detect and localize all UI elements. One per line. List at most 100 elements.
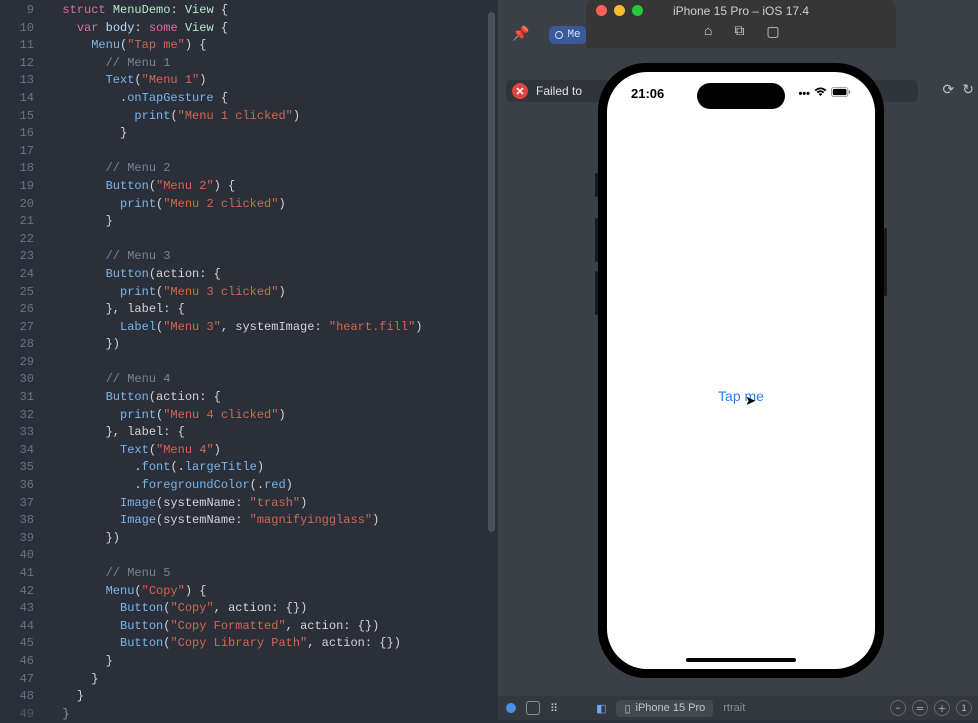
home-indicator: [686, 658, 796, 662]
code-line[interactable]: }): [48, 336, 498, 354]
line-number: 45: [0, 635, 34, 653]
selectable-toggle-icon[interactable]: [526, 701, 540, 715]
code-line[interactable]: struct MenuDemo: View {: [48, 2, 498, 20]
line-number: 14: [0, 90, 34, 108]
line-number: 36: [0, 477, 34, 495]
code-line[interactable]: .foregroundColor(.red): [48, 477, 498, 495]
phone-power-button: [884, 228, 887, 296]
live-indicator-icon[interactable]: [506, 703, 516, 713]
line-number: 44: [0, 618, 34, 636]
code-line[interactable]: Button("Copy Formatted", action: {}): [48, 618, 498, 636]
code-line[interactable]: [48, 231, 498, 249]
home-icon[interactable]: ⌂: [704, 24, 712, 41]
status-time: 21:06: [631, 86, 664, 101]
code-line[interactable]: Label("Menu 3", systemImage: "heart.fill…: [48, 319, 498, 337]
line-number: 15: [0, 108, 34, 126]
line-number: 20: [0, 196, 34, 214]
code-line[interactable]: [48, 354, 498, 372]
code-editor-pane[interactable]: 9101112131415161718192021222324252627282…: [0, 0, 498, 720]
code-line[interactable]: }: [48, 125, 498, 143]
code-line[interactable]: }): [48, 530, 498, 548]
code-line[interactable]: print("Menu 3 clicked"): [48, 284, 498, 302]
device-picker[interactable]: ▯ iPhone 15 Pro: [616, 700, 713, 717]
pin-icon[interactable]: 📌: [506, 22, 535, 47]
code-line[interactable]: Button("Copy", action: {}): [48, 600, 498, 618]
code-area[interactable]: struct MenuDemo: View { var body: some V…: [42, 0, 498, 720]
code-line[interactable]: .onTapGesture {: [48, 90, 498, 108]
code-line[interactable]: }: [48, 671, 498, 689]
minimize-window-button[interactable]: [614, 5, 625, 16]
code-line[interactable]: [48, 547, 498, 565]
code-line[interactable]: // Menu 4: [48, 371, 498, 389]
phone-volume-up: [595, 218, 598, 262]
zoom-in-icon[interactable]: ＋: [934, 700, 950, 716]
screenshot-icon[interactable]: ⧉: [734, 24, 744, 41]
code-line[interactable]: Text("Menu 4"): [48, 442, 498, 460]
line-number: 29: [0, 354, 34, 372]
code-line[interactable]: Menu("Copy") {: [48, 583, 498, 601]
external-icon[interactable]: ▢: [766, 24, 779, 41]
simulator-titlebar[interactable]: iPhone 15 Pro – iOS 17.4 ⌂ ⧉ ▢: [586, 0, 896, 48]
signal-icon: •••: [798, 88, 810, 100]
code-line[interactable]: }: [48, 688, 498, 706]
code-line[interactable]: }, label: {: [48, 301, 498, 319]
code-line[interactable]: }: [48, 213, 498, 231]
line-number: 48: [0, 688, 34, 706]
code-line[interactable]: Image(systemName: "magnifyingglass"): [48, 512, 498, 530]
code-line[interactable]: Text("Menu 1"): [48, 72, 498, 90]
line-number: 25: [0, 284, 34, 302]
code-line[interactable]: [48, 143, 498, 161]
phone-frame: 21:06 ••• Tap me ➤: [598, 63, 884, 678]
code-line[interactable]: Button(action: {: [48, 266, 498, 284]
line-number: 23: [0, 248, 34, 266]
line-number: 28: [0, 336, 34, 354]
phone-volume-down: [595, 271, 598, 315]
code-line[interactable]: Button("Menu 2") {: [48, 178, 498, 196]
code-line[interactable]: var body: some View {: [48, 20, 498, 38]
code-line[interactable]: Button(action: {: [48, 389, 498, 407]
code-line[interactable]: // Menu 2: [48, 160, 498, 178]
zoom-actual-icon[interactable]: 1: [956, 700, 972, 716]
code-line[interactable]: Menu("Tap me") {: [48, 37, 498, 55]
refresh-icon[interactable]: ↻: [962, 82, 974, 99]
code-line[interactable]: // Menu 3: [48, 248, 498, 266]
device-settings-icon[interactable]: ◧: [596, 702, 606, 715]
error-text: Failed to: [536, 84, 582, 98]
code-line[interactable]: }: [48, 653, 498, 671]
canvas-bottom-bar: ⠿ ◧ ▯ iPhone 15 Pro rtrait − ＝ ＋ 1: [498, 696, 978, 720]
line-number: 19: [0, 178, 34, 196]
wifi-icon: [814, 87, 827, 100]
preview-chip[interactable]: Me: [549, 26, 586, 44]
zoom-fit-icon[interactable]: ＝: [912, 700, 928, 716]
tap-me-button[interactable]: Tap me: [607, 388, 875, 404]
scrollbar-thumb[interactable]: [488, 12, 495, 532]
zoom-out-icon[interactable]: −: [890, 700, 906, 716]
line-number: 41: [0, 565, 34, 583]
code-line[interactable]: Image(systemName: "trash"): [48, 495, 498, 513]
code-line[interactable]: }, label: {: [48, 424, 498, 442]
line-number: 37: [0, 495, 34, 513]
code-line[interactable]: print("Menu 2 clicked"): [48, 196, 498, 214]
line-number: 18: [0, 160, 34, 178]
code-line[interactable]: // Menu 5: [48, 565, 498, 583]
phone-screen[interactable]: 21:06 ••• Tap me ➤: [607, 72, 875, 669]
code-line[interactable]: print("Menu 1 clicked"): [48, 108, 498, 126]
line-number: 31: [0, 389, 34, 407]
line-number: 21: [0, 213, 34, 231]
line-number: 27: [0, 319, 34, 337]
code-line[interactable]: .font(.largeTitle): [48, 459, 498, 477]
code-line[interactable]: // Menu 1: [48, 55, 498, 73]
orientation-fragment: rtrait: [723, 702, 745, 714]
close-window-button[interactable]: [596, 5, 607, 16]
code-line[interactable]: print("Menu 4 clicked"): [48, 407, 498, 425]
zoom-window-button[interactable]: [632, 5, 643, 16]
code-line[interactable]: Button("Copy Library Path", action: {}): [48, 635, 498, 653]
code-line[interactable]: }: [48, 706, 498, 723]
line-number: 9: [0, 2, 34, 20]
line-number: 22: [0, 231, 34, 249]
wand-icon[interactable]: ⟳: [943, 82, 955, 99]
variants-icon[interactable]: ⠿: [550, 702, 558, 715]
preview-pane: 📌 Me ✕ Failed to ⟳ ↻ iPhone 15 Pro – iOS…: [498, 0, 978, 720]
device-name: iPhone 15 Pro: [636, 702, 706, 714]
line-number: 11: [0, 37, 34, 55]
